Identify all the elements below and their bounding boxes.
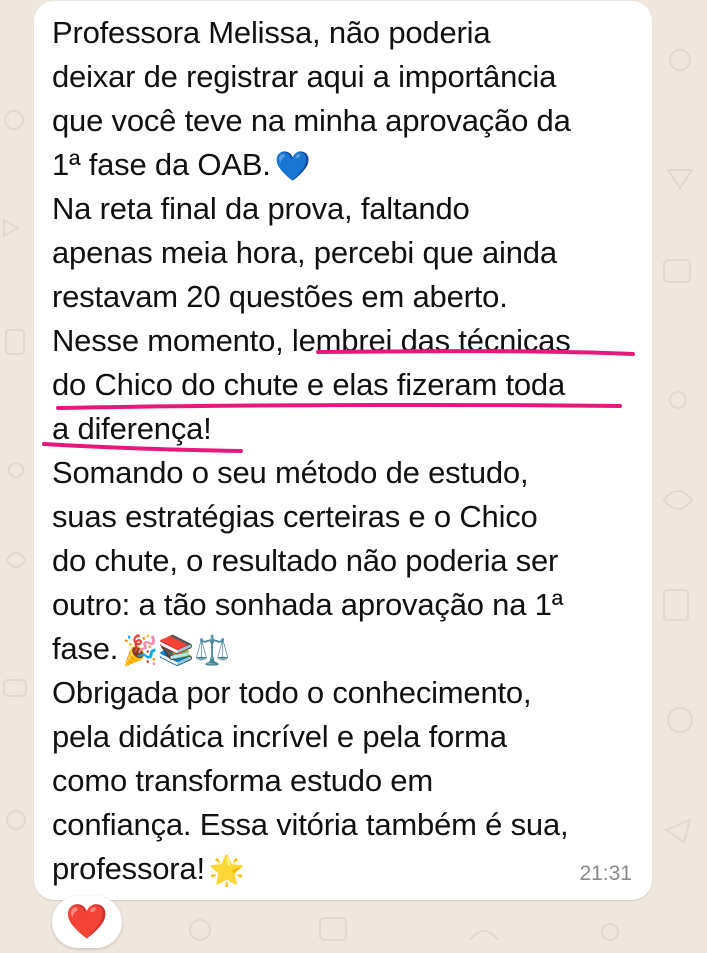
message-line: como transforma estudo em (52, 763, 433, 798)
message-line: pela didática incrível e pela forma (52, 719, 507, 754)
message-text: Professora Melissa, não poderia deixar d… (52, 11, 642, 891)
message-line: Na reta final da prova, faltando (52, 191, 470, 226)
message-line: outro: a tão sonhada aprovação na 1ª (52, 587, 563, 622)
message-line-text: fase. (52, 631, 119, 666)
message-line: que você teve na minha aprovação da (52, 103, 571, 138)
red-heart-icon: ❤️ (65, 903, 109, 941)
message-bubble[interactable]: Professora Melissa, não poderia deixar d… (34, 1, 652, 900)
message-line: confiança. Essa vitória também é sua, (52, 807, 569, 842)
glowing-star-icon: 🌟 (208, 855, 245, 887)
party-books-scales-icon: 🎉📚⚖️ (122, 635, 230, 667)
message-line: 1ª fase da OAB. 💙 (52, 143, 642, 187)
message-line: fase. 🎉📚⚖️ (52, 627, 642, 671)
message-line: professora! 🌟 (52, 847, 642, 891)
message-line: suas estratégias certeiras e o Chico (52, 499, 538, 534)
message-line-highlighted: do Chico do chute e elas fizeram toda (52, 367, 566, 402)
message-line-text: 1ª fase da OAB. (52, 147, 271, 182)
message-line: Somando o seu método de estudo, (52, 455, 529, 490)
message-line: do chute, o resultado não poderia ser (52, 543, 559, 578)
message-line: apenas meia hora, percebi que ainda (52, 235, 557, 270)
message-line: Professora Melissa, não poderia (52, 15, 491, 50)
message-line: deixar de registrar aqui a importância (52, 59, 557, 94)
message-timestamp: 21:31 (579, 862, 632, 885)
message-line-highlighted: Nesse momento, lembrei das técnicas (52, 323, 571, 358)
message-line-text: professora! (52, 851, 205, 886)
message-line: Obrigada por todo o conhecimento, (52, 675, 532, 710)
blue-heart-icon: 💙 (274, 151, 311, 183)
message-line: restavam 20 questões em aberto. (52, 279, 508, 314)
message-line-highlighted: a diferença! (52, 411, 212, 446)
reaction-badge[interactable]: ❤️ (52, 896, 122, 948)
